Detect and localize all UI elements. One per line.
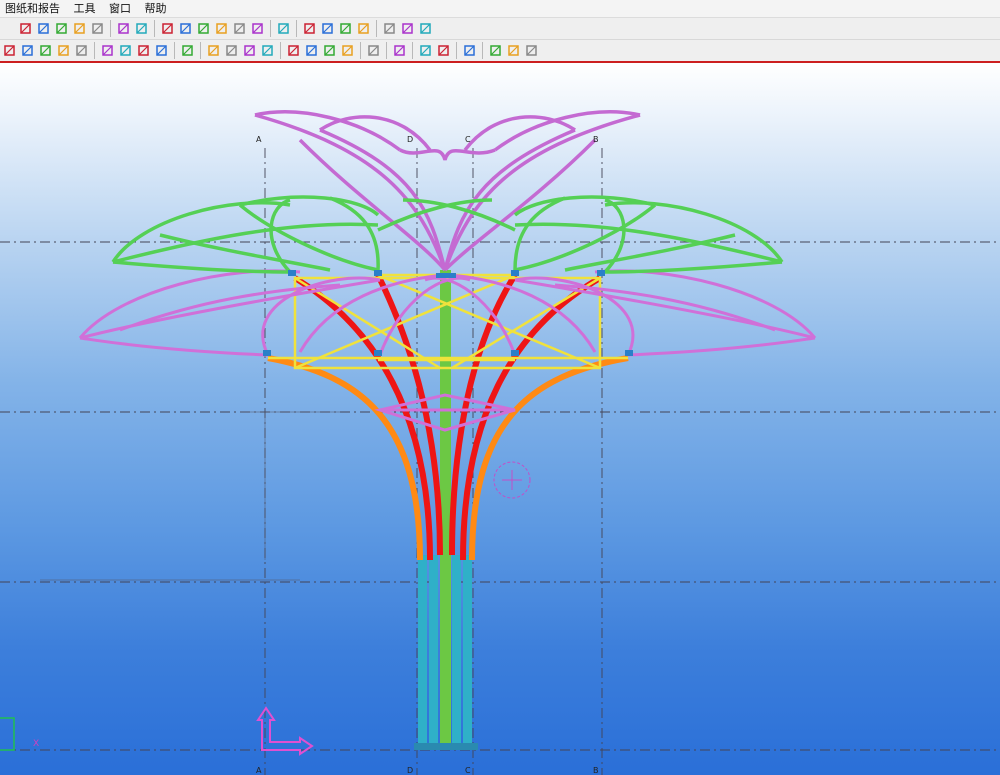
snap-icon[interactable] [304, 43, 319, 58]
cut-icon[interactable] [56, 43, 71, 58]
point-icon[interactable] [232, 21, 247, 36]
snap-icon[interactable] [224, 43, 239, 58]
toolbar-separator [200, 42, 201, 59]
grid-lines [0, 148, 1000, 775]
assembly-icon[interactable] [242, 43, 257, 58]
toolbar-separator [110, 20, 111, 37]
circle-icon[interactable] [276, 21, 291, 36]
structure-model [0, 110, 1000, 775]
menu-bar: 图纸和报告 工具 窗口 帮助 [0, 0, 1000, 18]
grid-label-c-bottom: C [465, 766, 471, 775]
copy-icon[interactable] [392, 43, 407, 58]
point-icon[interactable] [196, 21, 211, 36]
snap-icon[interactable] [340, 43, 355, 58]
save-icon[interactable] [462, 43, 477, 58]
toolbar-modeling [0, 18, 1000, 40]
toolbar-separator [280, 42, 281, 59]
curved-beam-icon[interactable] [72, 21, 87, 36]
model-viewport[interactable]: A D C B A D C B X [0, 63, 1000, 775]
property-icon[interactable] [400, 21, 415, 36]
detail-icon[interactable] [338, 21, 353, 36]
menu-tools[interactable]: 工具 [69, 0, 101, 17]
part-icon[interactable] [154, 43, 169, 58]
bent-beam-icon[interactable] [54, 21, 69, 36]
grid-label-b-top: B [593, 135, 599, 144]
toolbar-separator [412, 42, 413, 59]
pen-icon[interactable] [366, 43, 381, 58]
toolbar-selection [0, 40, 1000, 62]
axis-x-label: X [33, 739, 40, 749]
select-icon[interactable] [2, 43, 17, 58]
snap-icon[interactable] [286, 43, 301, 58]
part-icon[interactable] [118, 43, 133, 58]
part-icon[interactable] [136, 43, 151, 58]
detail-marker [493, 461, 531, 499]
paint-icon[interactable] [506, 43, 521, 58]
shield-icon[interactable] [524, 43, 539, 58]
part-icon[interactable] [100, 43, 115, 58]
axis-frame [0, 717, 15, 751]
menu-help[interactable]: 帮助 [140, 0, 172, 17]
trunk-columns [414, 270, 478, 750]
window-icon[interactable] [38, 43, 53, 58]
snap-icon[interactable] [322, 43, 337, 58]
toolbar-separator [296, 20, 297, 37]
toolbar-separator [174, 42, 175, 59]
component-icon[interactable] [320, 21, 335, 36]
grid-label-a-bottom: A [256, 766, 262, 775]
grid-label-a-top: A [256, 135, 262, 144]
toolbar-separator [456, 42, 457, 59]
polybeam-icon[interactable] [90, 21, 105, 36]
grid-icon[interactable] [356, 21, 371, 36]
toolbar-separator [376, 20, 377, 37]
grid-label-c-top: C [465, 135, 471, 144]
grid-label-d-top: D [407, 135, 414, 144]
axes-symbol [256, 706, 314, 756]
grid-icon[interactable] [382, 21, 397, 36]
beam-icon[interactable] [18, 21, 33, 36]
cut-icon[interactable] [74, 43, 89, 58]
point-icon[interactable] [178, 21, 193, 36]
window-icon[interactable] [20, 43, 35, 58]
bolt-icon[interactable] [116, 21, 131, 36]
grid-label-d-bottom: D [407, 766, 414, 775]
drawing-icon[interactable] [436, 43, 451, 58]
menu-drawings-reports[interactable]: 图纸和报告 [0, 0, 65, 17]
weld-icon[interactable] [134, 21, 149, 36]
report-icon[interactable] [418, 43, 433, 58]
snap-icon[interactable] [206, 43, 221, 58]
arrow-icon[interactable] [180, 43, 195, 58]
toolbar-separator [386, 42, 387, 59]
toolbar-separator [270, 20, 271, 37]
expand-icon[interactable] [488, 43, 503, 58]
view-icon[interactable] [418, 21, 433, 36]
toolbar-separator [482, 42, 483, 59]
toolbar-separator [360, 42, 361, 59]
faint-lines [40, 411, 340, 581]
point-icon[interactable] [214, 21, 229, 36]
grid-label-b-bottom: B [593, 766, 599, 775]
snap-icon[interactable] [260, 43, 275, 58]
toolbar-separator [154, 20, 155, 37]
plate-icon[interactable] [36, 21, 51, 36]
menu-window[interactable]: 窗口 [104, 0, 136, 17]
line-icon[interactable] [160, 21, 175, 36]
binoculars-icon[interactable] [302, 21, 317, 36]
toolbar-separator [94, 42, 95, 59]
point-icon[interactable] [250, 21, 265, 36]
